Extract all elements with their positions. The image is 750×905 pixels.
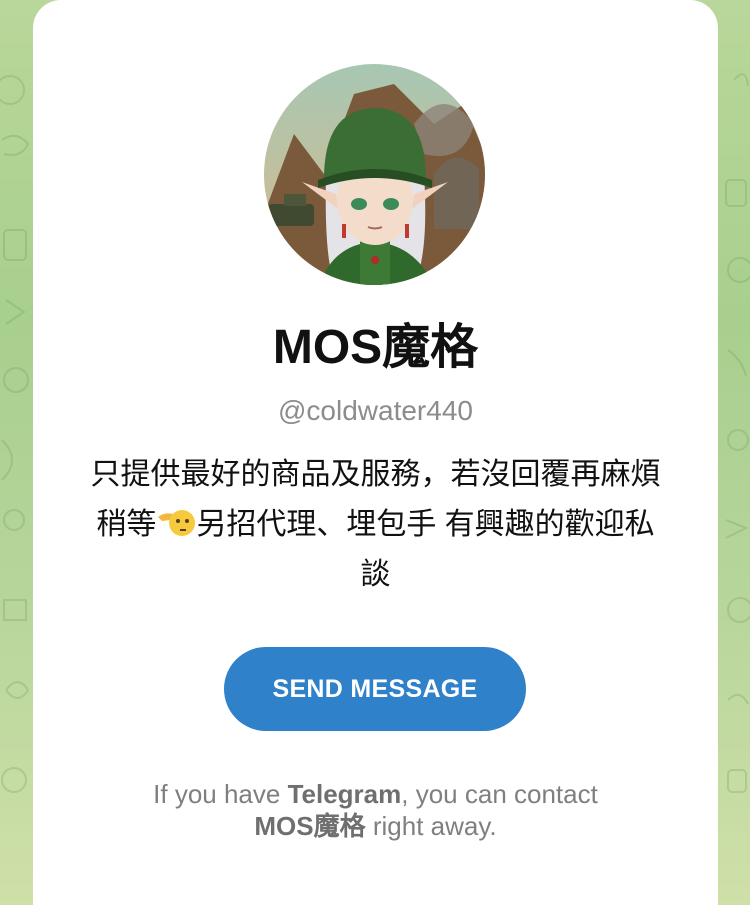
footer-contact-name: MOS魔格 (254, 811, 366, 841)
footer-app-name: Telegram (287, 779, 402, 809)
footer-suffix: right away. (365, 811, 497, 841)
footer-middle: , you can contact (401, 779, 598, 809)
footer-prefix: If you have (153, 779, 288, 809)
bio-line-3: 談 (360, 558, 391, 591)
profile-card: MOS魔格 @coldwater440 只提供最好的商品及服務，若沒回覆再麻煩 … (33, 0, 718, 905)
footer-text: If you have Telegram, you can contact MO… (33, 778, 718, 842)
send-message-button[interactable]: SEND MESSAGE (224, 647, 526, 731)
bio-line-2-start: 稍等 (96, 508, 157, 541)
pointing-left-face-emoji-icon (156, 505, 196, 539)
bio-line-2-end: 另招代理、埋包手 有興趣的歡迎私 (196, 508, 655, 541)
profile-bio: 只提供最好的商品及服務，若沒回覆再麻煩 稍等 另招代理、埋包手 有興趣的歡迎私 … (73, 450, 678, 600)
avatar-image (264, 64, 485, 285)
profile-username[interactable]: @coldwater440 (33, 393, 718, 429)
profile-avatar[interactable] (264, 64, 485, 285)
profile-name: MOS魔格 (272, 321, 479, 374)
bio-line-1: 只提供最好的商品及服務，若沒回覆再麻煩 (90, 458, 661, 491)
